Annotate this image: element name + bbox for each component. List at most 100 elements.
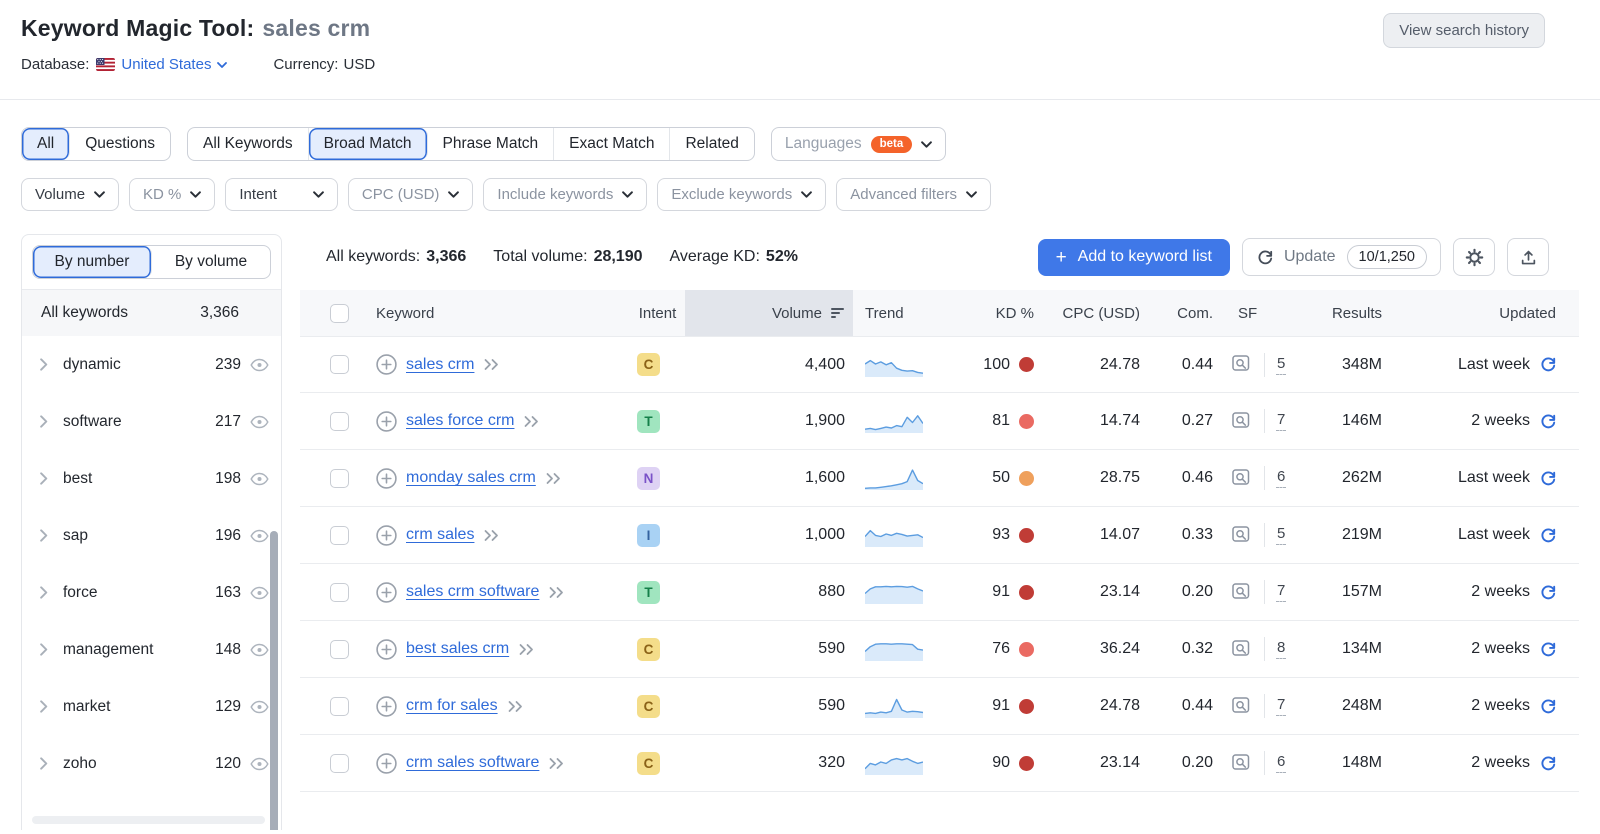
eye-toggle[interactable] — [250, 472, 269, 486]
sf-count[interactable]: 6 — [1276, 753, 1287, 773]
results-value: 157M — [1341, 583, 1382, 600]
toggle-by-number[interactable]: By number — [33, 246, 152, 278]
volume-value: 1,600 — [804, 469, 845, 486]
add-to-keyword-list-button[interactable]: + Add to keyword list — [1037, 238, 1230, 276]
sidebar-group-management[interactable]: management 148 — [22, 621, 281, 678]
chevron-right-icon — [40, 757, 48, 770]
tab-all-keywords[interactable]: All Keywords — [188, 128, 309, 160]
tabs-row: All Questions All Keywords Broad Match Phra… — [21, 127, 1579, 161]
eye-toggle[interactable] — [250, 529, 269, 543]
chevron-right-icon — [40, 415, 48, 428]
table-header: Keyword Intent Volume Trend KD % CPC (US… — [300, 290, 1579, 336]
row-checkbox[interactable] — [330, 355, 349, 374]
settings-button[interactable] — [1453, 238, 1495, 276]
filter-cpc-usd[interactable]: CPC (USD) — [347, 178, 474, 211]
sf-count[interactable]: 5 — [1276, 525, 1287, 545]
filter-exclude-keywords[interactable]: Exclude keywords — [657, 178, 827, 211]
filter-intent[interactable]: Intent — [225, 178, 338, 211]
keyword-link[interactable]: crm for sales — [406, 697, 498, 715]
sf-count[interactable]: 7 — [1276, 411, 1287, 431]
refresh-keyword-button[interactable] — [1539, 584, 1556, 601]
results-value: 248M — [1341, 697, 1382, 714]
sf-count[interactable]: 5 — [1276, 355, 1287, 375]
chevron-down-icon — [313, 191, 324, 198]
row-checkbox[interactable] — [330, 582, 349, 602]
sidebar-group-zoho[interactable]: zoho 120 — [22, 735, 281, 792]
sidebar-group-force[interactable]: force 163 — [22, 564, 281, 621]
eye-toggle[interactable] — [250, 415, 269, 429]
row-checkbox[interactable] — [330, 753, 349, 773]
tab-related[interactable]: Related — [670, 128, 753, 160]
results-value: 219M — [1341, 526, 1382, 543]
filter-include-keywords[interactable]: Include keywords — [483, 178, 648, 211]
eye-icon — [250, 529, 269, 542]
kd-value: 50 — [992, 469, 1010, 486]
refresh-keyword-button[interactable] — [1539, 755, 1556, 772]
eye-toggle[interactable] — [250, 700, 269, 714]
all-keywords-row[interactable]: All keywords 3,366 — [22, 290, 281, 336]
sidebar-group-sap[interactable]: sap 196 — [22, 507, 281, 564]
eye-toggle[interactable] — [250, 757, 269, 771]
tab-broad-match[interactable]: Broad Match — [308, 128, 428, 160]
add-keyword-icon — [376, 638, 397, 660]
row-checkbox[interactable] — [330, 468, 349, 488]
sidebar-group-software[interactable]: software 217 — [22, 393, 281, 450]
filter-advanced-filters[interactable]: Advanced filters — [836, 178, 991, 211]
export-button[interactable] — [1507, 238, 1549, 276]
volume-value: 4,400 — [804, 355, 845, 373]
eye-toggle[interactable] — [250, 643, 269, 657]
refresh-keyword-button[interactable] — [1539, 470, 1556, 487]
sidebar-scrollbar[interactable] — [270, 529, 278, 830]
filter-kd[interactable]: KD % — [129, 178, 216, 211]
sidebar-horizontal-scrollbar[interactable] — [32, 816, 265, 824]
keyword-link[interactable]: sales crm — [406, 356, 474, 374]
keyword-link[interactable]: monday sales crm — [406, 469, 536, 487]
update-button[interactable]: Update 10/1,250 — [1241, 238, 1441, 276]
row-checkbox[interactable] — [330, 696, 349, 716]
filter-volume[interactable]: Volume — [21, 178, 120, 211]
stat-average-kd: Average KD: 52% — [669, 248, 798, 265]
kd-value: 91 — [992, 697, 1010, 714]
sidebar-group-dynamic[interactable]: dynamic 239 — [22, 336, 281, 393]
filter-label: KD % — [143, 186, 182, 203]
tab-phrase-match[interactable]: Phrase Match — [428, 128, 555, 160]
row-checkbox[interactable] — [330, 525, 349, 545]
sf-count[interactable]: 8 — [1276, 639, 1287, 659]
match-tab-group: All Keywords Broad Match Phrase Match Exact… — [187, 127, 755, 161]
trend-sparkline — [865, 643, 923, 661]
com-value: 0.33 — [1181, 526, 1213, 543]
column-volume-sort[interactable]: Volume — [685, 290, 853, 336]
com-value: 0.20 — [1181, 754, 1213, 771]
refresh-keyword-button[interactable] — [1539, 641, 1556, 658]
sf-count[interactable]: 7 — [1276, 582, 1287, 602]
group-name: dynamic — [63, 355, 121, 373]
refresh-keyword-button[interactable] — [1539, 413, 1556, 430]
scrollbar-thumb[interactable] — [270, 531, 278, 830]
row-checkbox[interactable] — [330, 639, 349, 659]
tab-exact-match[interactable]: Exact Match — [554, 128, 671, 160]
keyword-link[interactable]: best sales crm — [406, 640, 509, 658]
select-all-checkbox[interactable] — [330, 303, 349, 323]
tab-questions[interactable]: Questions — [70, 128, 170, 160]
refresh-keyword-button[interactable] — [1539, 356, 1556, 373]
keyword-link[interactable]: crm sales — [406, 526, 474, 544]
view-search-history-button[interactable]: View search history — [1383, 13, 1545, 48]
database-select[interactable]: United States — [96, 56, 228, 73]
eye-toggle[interactable] — [250, 586, 269, 600]
keyword-link[interactable]: crm sales software — [406, 754, 539, 772]
sf-count[interactable]: 7 — [1276, 696, 1287, 716]
column-com: Com. — [1177, 304, 1213, 322]
refresh-keyword-button[interactable] — [1539, 527, 1556, 544]
sidebar-group-best[interactable]: best 198 — [22, 450, 281, 507]
languages-dropdown[interactable]: Languages beta — [770, 127, 947, 161]
tab-all[interactable]: All — [22, 128, 71, 160]
keyword-link[interactable]: sales force crm — [406, 412, 514, 430]
trend-sparkline — [865, 757, 923, 775]
sidebar-group-market[interactable]: market 129 — [22, 678, 281, 735]
sf-count[interactable]: 6 — [1276, 468, 1287, 488]
toggle-by-volume[interactable]: By volume — [152, 246, 270, 278]
row-checkbox[interactable] — [330, 411, 349, 431]
keyword-link[interactable]: sales crm software — [406, 583, 539, 601]
refresh-keyword-button[interactable] — [1539, 698, 1556, 715]
eye-toggle[interactable] — [250, 358, 269, 372]
